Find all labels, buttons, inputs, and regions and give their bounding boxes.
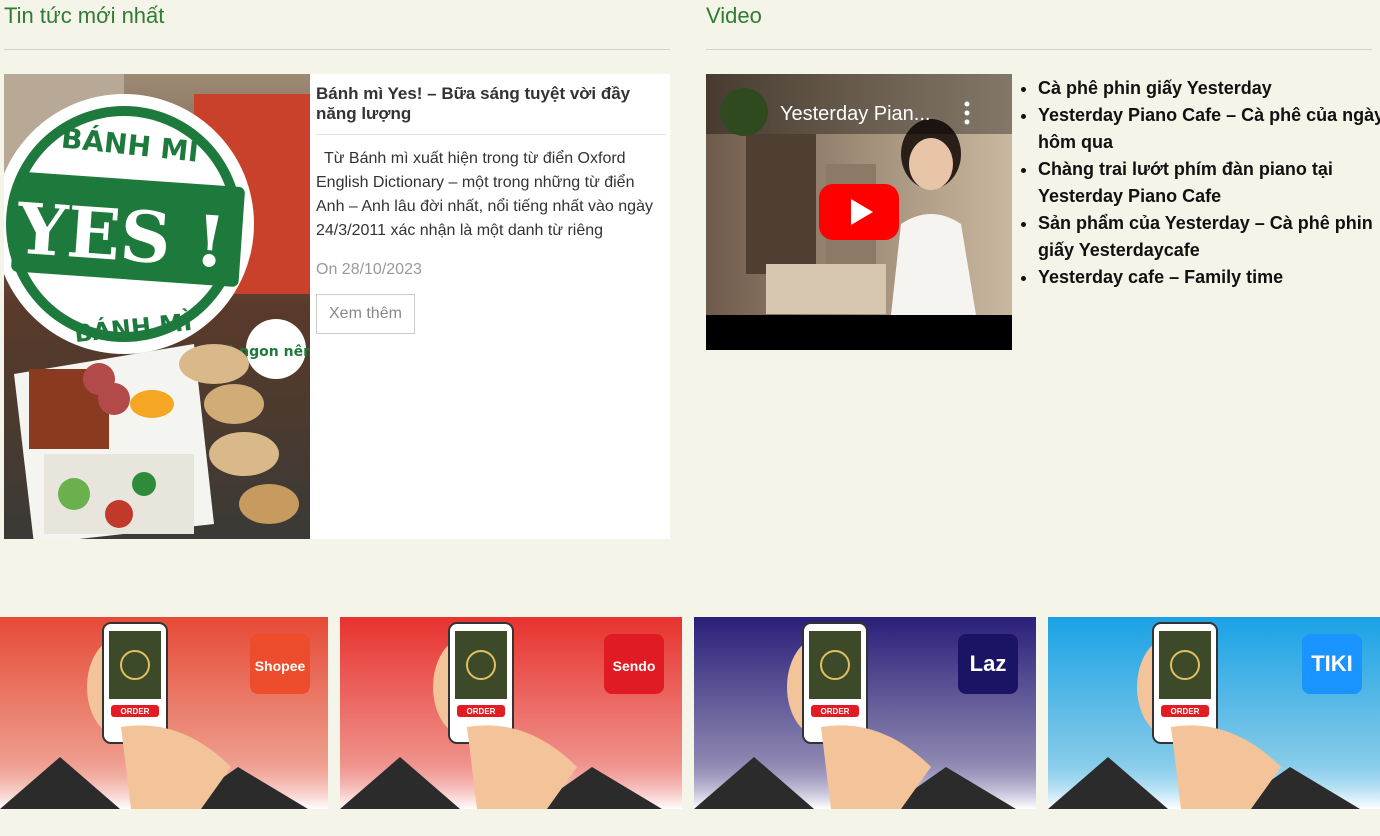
banner-order-label: ORDER (1171, 707, 1200, 716)
banner-logo-text: Shopee (255, 658, 306, 674)
banner-tiki[interactable]: ORDER TIKI (1048, 617, 1380, 809)
channel-avatar[interactable] (720, 88, 768, 136)
more-options-icon[interactable] (964, 101, 970, 125)
news-article-image[interactable]: YES ! BÁNH MÌ BÁNH MÌ mì ngon nêng (4, 74, 310, 539)
video-list-item[interactable]: Cà phê phin giấy Yesterday (1038, 75, 1380, 102)
video-player-title[interactable]: Yesterday Pian... (780, 103, 930, 125)
sign-main-text: YES ! (13, 187, 228, 284)
news-card: YES ! BÁNH MÌ BÁNH MÌ mì ngon nêng Bánh … (4, 74, 670, 539)
banner-lazada[interactable]: ORDER Laz (694, 617, 1036, 809)
banner-sendo[interactable]: ORDER Sendo (340, 617, 682, 809)
video-divider (706, 49, 1372, 50)
video-list: Cà phê phin giấy Yesterday Yesterday Pia… (1020, 75, 1380, 291)
news-heading: Tin tức mới nhất (4, 3, 165, 28)
banner-order-label: ORDER (467, 707, 496, 716)
banner-logo-text: Laz (970, 651, 1007, 676)
video-list-item[interactable]: Yesterday Piano Cafe – Cà phê của ngày h… (1038, 102, 1380, 156)
banner-logo-text: TIKI (1311, 651, 1353, 676)
news-article-title[interactable]: Bánh mì Yes! – Bữa sáng tuyệt vời đầy nă… (316, 84, 666, 135)
video-player[interactable]: Yesterday Pian... (706, 74, 1012, 350)
video-heading: Video (706, 3, 762, 28)
news-article-date: On 28/10/2023 (316, 261, 422, 278)
read-more-button[interactable]: Xem thêm (316, 294, 415, 334)
banner-shopee[interactable]: ORDER Shopee (0, 617, 328, 809)
news-divider (4, 49, 670, 50)
video-list-item[interactable]: Yesterday cafe – Family time (1038, 264, 1380, 291)
video-list-item[interactable]: Sản phẩm của Yesterday – Cà phê phin giấ… (1038, 210, 1380, 264)
play-button-icon[interactable] (819, 184, 899, 240)
banner-order-label: ORDER (121, 707, 150, 716)
banner-order-label: ORDER (821, 707, 850, 716)
news-article-excerpt: Từ Bánh mì xuất hiện trong từ điển Oxfor… (316, 150, 653, 239)
video-list-item[interactable]: Chàng trai lướt phím đàn piano tại Yeste… (1038, 156, 1380, 210)
banner-logo-text: Sendo (613, 658, 656, 674)
